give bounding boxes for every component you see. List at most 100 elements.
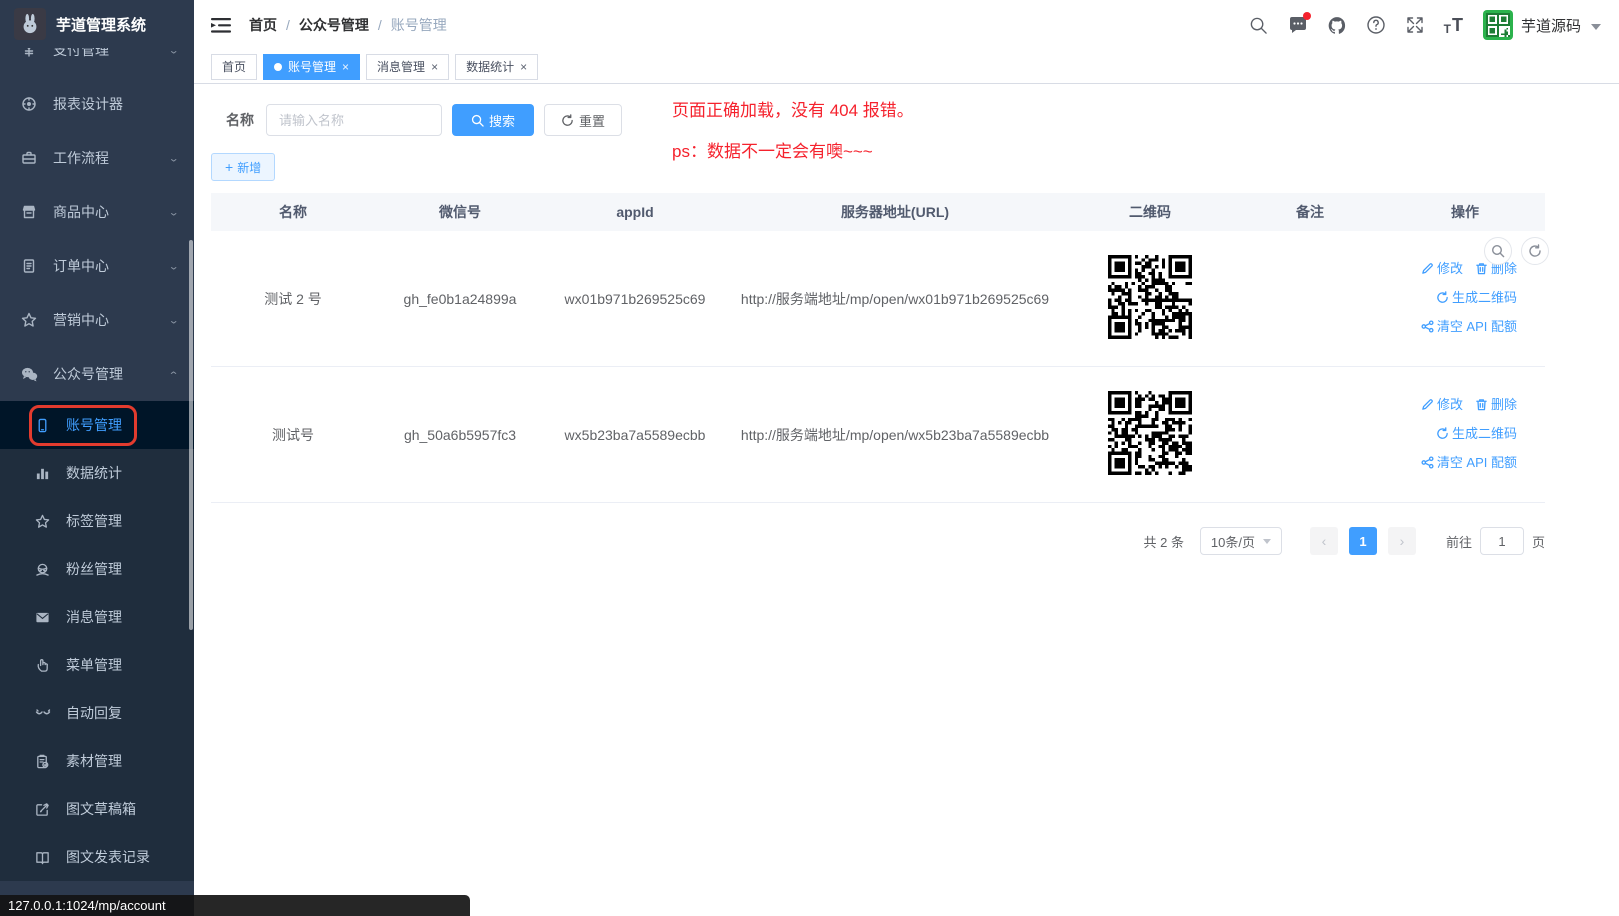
breadcrumb-section[interactable]: 公众号管理 <box>299 15 369 35</box>
workflow-icon <box>20 149 38 167</box>
phone-icon <box>34 417 51 434</box>
cell-appid: wx5b23ba7a5589ecbb <box>545 367 725 503</box>
share-icon <box>1421 320 1434 333</box>
sidebar-item-menu-manage[interactable]: 菜单管理 <box>0 641 194 689</box>
sidebar-item-order-center[interactable]: 订单中心 ⌄ <box>0 239 194 293</box>
chevron-down-icon: ⌄ <box>168 314 179 326</box>
reset-button[interactable]: 重置 <box>544 104 622 136</box>
goto-page-input[interactable] <box>1480 527 1524 555</box>
refresh-icon <box>1436 427 1449 440</box>
generate-qr-link[interactable]: 生成二维码 <box>1436 284 1517 311</box>
sidebar-item-product-center[interactable]: 商品中心 ⌄ <box>0 185 194 239</box>
sidebar-item-marketing-center[interactable]: 营销中心 ⌄ <box>0 293 194 347</box>
sidebar-item-label: 公众号管理 <box>53 364 123 384</box>
page-unit-label: 页 <box>1532 532 1545 551</box>
sidebar-item-draft-box[interactable]: 图文草稿箱 <box>0 785 194 833</box>
breadcrumb-separator: / <box>286 17 290 33</box>
tab-label: 账号管理 <box>288 58 336 75</box>
prev-page-button[interactable]: ‹ <box>1310 527 1338 555</box>
close-icon[interactable]: × <box>520 61 527 73</box>
edit-icon <box>1421 398 1434 411</box>
edit-link[interactable]: 修改 <box>1421 255 1463 282</box>
sidebar-item-tag-manage[interactable]: 标签管理 <box>0 497 194 545</box>
fullscreen-icon[interactable] <box>1405 15 1425 35</box>
tab-data-stats[interactable]: 数据统计 × <box>455 54 538 80</box>
goto-label: 前往 <box>1446 532 1472 551</box>
edit-icon <box>1421 262 1434 275</box>
sidebar-item-account-manage[interactable]: 账号管理 <box>0 401 194 449</box>
sidebar-item-auto-reply[interactable]: 自动回复 <box>0 689 194 737</box>
navbar-actions: TT 芋道源码 <box>1249 10 1601 40</box>
search-button[interactable]: 搜索 <box>452 104 534 136</box>
envelope-icon <box>34 609 51 626</box>
font-size-icon[interactable]: TT <box>1444 15 1464 36</box>
generate-qr-link[interactable]: 生成二维码 <box>1436 420 1517 447</box>
cell-name: 测试号 <box>211 367 375 503</box>
report-designer-icon <box>20 95 38 113</box>
sidebar-item-label: 粉丝管理 <box>66 559 122 579</box>
breadcrumb: 首页 / 公众号管理 / 账号管理 <box>249 15 447 35</box>
browser-status-bar: 127.0.0.1:1024/mp/account <box>0 895 470 916</box>
sidebar-fold-icon[interactable] <box>211 15 233 35</box>
star-icon <box>34 513 51 530</box>
github-icon[interactable] <box>1327 15 1347 35</box>
sidebar-item-label: 素材管理 <box>66 751 122 771</box>
tab-account-manage[interactable]: 账号管理 × <box>263 54 360 80</box>
top-navbar: 首页 / 公众号管理 / 账号管理 TT 芋道源码 <box>194 0 1619 50</box>
app-title: 芋道管理系统 <box>56 14 146 35</box>
close-icon[interactable]: × <box>431 61 438 73</box>
avatar <box>1483 10 1513 40</box>
name-input[interactable] <box>266 104 442 136</box>
sidebar-item-report-designer[interactable]: 报表设计器 <box>0 77 194 131</box>
sidebar-item-material-manage[interactable]: 素材管理 <box>0 737 194 785</box>
sidebar-item-label: 菜单管理 <box>66 655 122 675</box>
chevron-down-icon <box>1263 539 1271 544</box>
table-header-row: 名称 微信号 appId 服务器地址(URL) 二维码 备注 操作 <box>211 193 1545 231</box>
delete-link[interactable]: 删除 <box>1475 391 1517 418</box>
clear-quota-link[interactable]: 清空 API 配额 <box>1421 313 1517 340</box>
cell-name: 测试 2 号 <box>211 231 375 367</box>
search-icon[interactable] <box>1249 15 1269 35</box>
tab-label: 数据统计 <box>466 58 514 75</box>
sidebar-item-message-manage[interactable]: 消息管理 <box>0 593 194 641</box>
col-remark: 备注 <box>1235 193 1385 231</box>
help-icon[interactable] <box>1366 15 1386 35</box>
page-number-button[interactable]: 1 <box>1349 527 1377 555</box>
user-menu[interactable]: 芋道源码 <box>1483 10 1601 40</box>
close-icon[interactable]: × <box>342 61 349 73</box>
sidebar-item-label: 数据统计 <box>66 463 122 483</box>
sidebar-item-publish-record[interactable]: 图文发表记录 <box>0 833 194 881</box>
reset-button-label: 重置 <box>579 111 605 130</box>
sidebar-item-wechat-mp[interactable]: 公众号管理 ⌄ <box>0 347 194 401</box>
sidebar-item-label: 图文发表记录 <box>66 847 150 867</box>
plus-icon: + <box>225 160 233 174</box>
col-qrcode: 二维码 <box>1065 193 1235 231</box>
wechat-mp-icon <box>20 365 38 383</box>
cell-qrcode <box>1065 367 1235 503</box>
clear-quota-link[interactable]: 清空 API 配额 <box>1421 449 1517 476</box>
tab-home[interactable]: 首页 <box>211 54 257 80</box>
refresh-icon <box>1436 291 1449 304</box>
logo-row[interactable]: 芋道管理系统 <box>0 0 194 48</box>
trash-icon <box>1475 398 1488 411</box>
annotation-line1: 页面正确加载，没有 404 报错。 <box>672 96 914 121</box>
edit-link[interactable]: 修改 <box>1421 391 1463 418</box>
page-size-select[interactable]: 10条/页 <box>1200 527 1282 555</box>
publish-record-icon <box>34 849 51 866</box>
show-search-button[interactable] <box>1484 237 1512 265</box>
sidebar-item-workflow[interactable]: 工作流程 ⌄ <box>0 131 194 185</box>
sidebar-item-data-stats[interactable]: 数据统计 <box>0 449 194 497</box>
sidebar-item-fans-manage[interactable]: 粉丝管理 <box>0 545 194 593</box>
message-icon[interactable] <box>1288 15 1308 35</box>
sidebar-scrollbar[interactable] <box>189 240 193 630</box>
next-page-button[interactable]: › <box>1388 527 1416 555</box>
refresh-table-button[interactable] <box>1521 237 1549 265</box>
chevron-down-icon <box>1591 24 1601 30</box>
breadcrumb-separator: / <box>378 17 382 33</box>
breadcrumb-home[interactable]: 首页 <box>249 15 277 35</box>
tab-message-manage[interactable]: 消息管理 × <box>366 54 449 80</box>
table-toolbar <box>1484 237 1549 265</box>
cell-url: http://服务端地址/mp/open/wx01b971b269525c69 <box>725 231 1065 367</box>
cell-wechat-id: gh_fe0b1a24899a <box>375 231 545 367</box>
add-button[interactable]: + 新增 <box>211 153 275 181</box>
